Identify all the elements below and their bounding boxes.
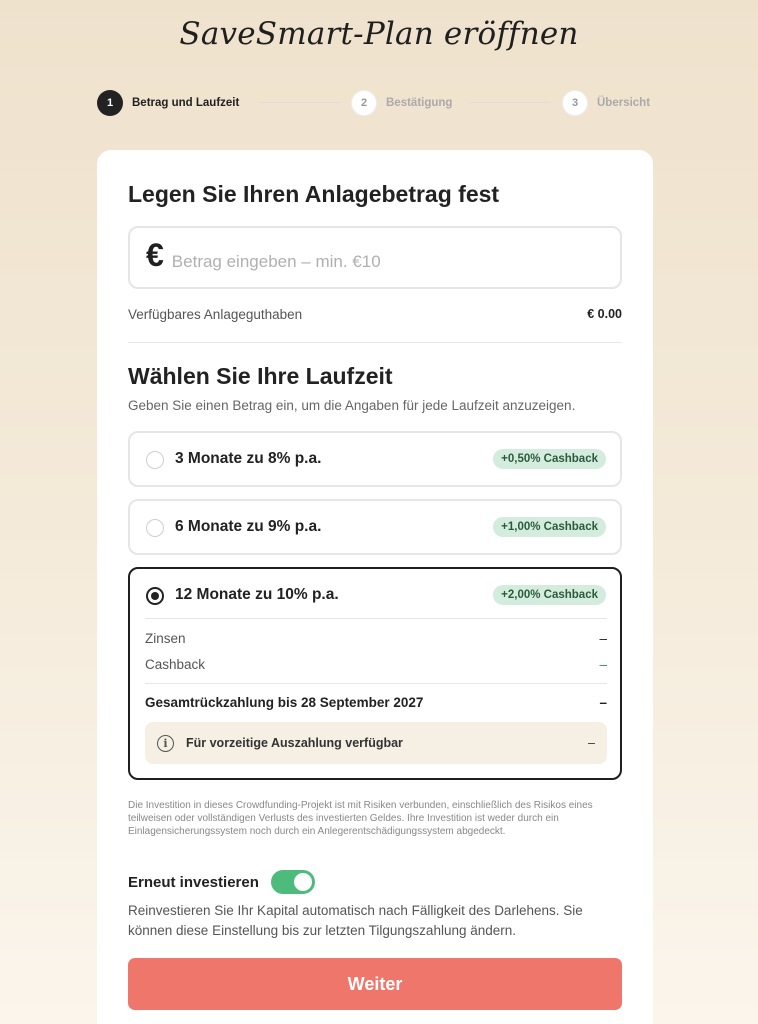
step-3-number: 3: [562, 90, 588, 116]
cashback-badge: +0,50% Cashback: [493, 449, 606, 469]
euro-icon: €: [146, 236, 164, 273]
radio-6-months[interactable]: [146, 519, 164, 537]
interest-label: Zinsen: [145, 631, 186, 646]
term-option-12-months[interactable]: 12 Monate zu 10% p.a. +2,00% Cashback Zi…: [128, 567, 622, 780]
step-1: 1 Betrag und Laufzeit: [97, 89, 239, 117]
early-payout-info: i Für vorzeitige Auszahlung verfügbar –: [145, 722, 607, 764]
available-balance-value: € 0.00: [587, 307, 622, 321]
total-repayment-label: Gesamtrückzahlung bis 28 September 2027: [145, 695, 424, 710]
investment-card: Legen Sie Ihren Anlagebetrag fest € Verf…: [97, 150, 653, 1024]
info-icon: i: [157, 734, 174, 752]
amount-field[interactable]: €: [128, 226, 622, 289]
section-divider: [128, 342, 622, 343]
cashback-badge: +1,00% Cashback: [493, 517, 606, 537]
early-payout-label: Für vorzeitige Auszahlung verfügbar: [186, 736, 403, 750]
risk-disclaimer: Die Investition in dieses Crowdfunding-P…: [128, 800, 593, 837]
step-2-label: Bestätigung: [386, 97, 453, 109]
cashback-label: Cashback: [145, 657, 206, 672]
cashback-value: –: [599, 657, 607, 672]
radio-12-months[interactable]: [146, 587, 164, 605]
interest-row: Zinsen –: [145, 631, 607, 646]
step-2: 2 Bestätigung: [351, 89, 452, 117]
available-balance-label: Verfügbares Anlageguthaben: [128, 307, 303, 322]
term-option-3-months[interactable]: 3 Monate zu 8% p.a. +0,50% Cashback: [128, 431, 622, 487]
term-heading: Wählen Sie Ihre Laufzeit: [128, 363, 393, 389]
step-2-number: 2: [351, 90, 377, 116]
total-divider: [145, 683, 607, 684]
step-1-label: Betrag und Laufzeit: [132, 97, 240, 109]
step-3: 3 Übersicht: [562, 89, 650, 117]
term-option-label: 3 Monate zu 8% p.a.: [175, 450, 322, 467]
cashback-badge: +2,00% Cashback: [493, 585, 606, 605]
amount-input[interactable]: [171, 251, 592, 272]
step-1-number: 1: [97, 90, 123, 116]
term-option-label: 12 Monate zu 10% p.a.: [175, 586, 339, 603]
details-divider: [145, 618, 607, 619]
step-connector-2: [469, 102, 551, 103]
reinvest-description: Reinvestieren Sie Ihr Kapital automatisc…: [128, 903, 583, 938]
interest-value: –: [599, 631, 607, 646]
available-balance-row: Verfügbares Anlageguthaben € 0.00: [128, 307, 622, 322]
term-option-label: 6 Monate zu 9% p.a.: [175, 518, 322, 535]
page-title: SaveSmart-Plan eröffnen: [179, 16, 579, 52]
term-option-6-months[interactable]: 6 Monate zu 9% p.a. +1,00% Cashback: [128, 499, 622, 555]
step-connector-1: [259, 102, 341, 103]
next-button[interactable]: Weiter: [128, 958, 622, 1010]
stepper: 1 Betrag und Laufzeit 2 Bestätigung 3 Üb…: [97, 89, 657, 117]
reinvest-label: Erneut investieren: [128, 873, 259, 891]
cashback-row: Cashback –: [145, 657, 607, 672]
reinvest-row: Erneut investieren: [128, 870, 315, 894]
early-payout-value: –: [588, 736, 595, 750]
radio-3-months[interactable]: [146, 451, 164, 469]
term-subtext: Geben Sie einen Betrag ein, um die Angab…: [128, 398, 576, 413]
total-repayment-value: –: [599, 695, 607, 710]
reinvest-toggle[interactable]: [270, 870, 315, 894]
total-repayment-row: Gesamtrückzahlung bis 28 September 2027 …: [145, 695, 607, 710]
amount-heading: Legen Sie Ihren Anlagebetrag fest: [128, 181, 500, 207]
step-3-label: Übersicht: [597, 97, 651, 109]
